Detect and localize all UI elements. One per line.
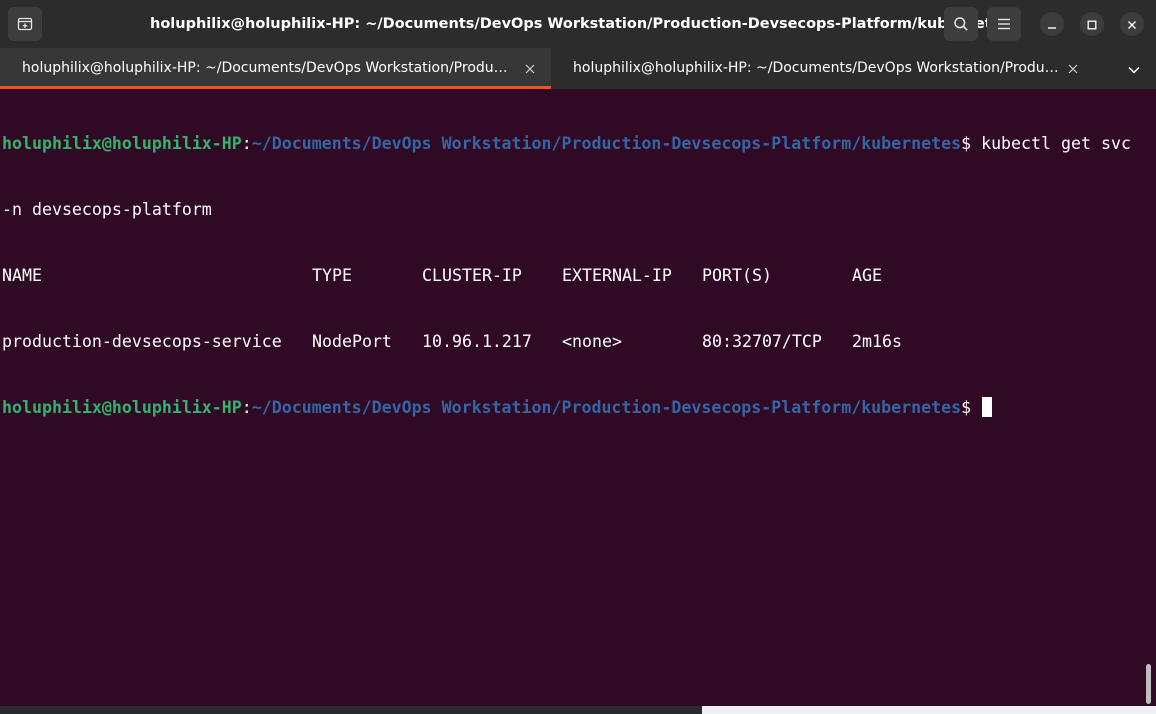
tab-list-dropdown-button[interactable] bbox=[1124, 58, 1144, 78]
table-header-cell: CLUSTER-IP bbox=[422, 266, 522, 285]
scrollbar-thumb[interactable] bbox=[1146, 664, 1151, 704]
tab-label: holuphilix@holuphilix-HP: ~/Documents/De… bbox=[22, 60, 514, 76]
terminal-window: holuphilix@holuphilix-HP: ~/Documents/De… bbox=[0, 0, 1156, 714]
tab-terminal-1[interactable]: holuphilix@holuphilix-HP: ~/Documents/De… bbox=[0, 48, 551, 89]
table-cell: production-devsecops-service bbox=[2, 332, 282, 351]
close-icon bbox=[525, 59, 535, 78]
terminal-output[interactable]: holuphilix@holuphilix-HP:~/Documents/Dev… bbox=[0, 89, 1142, 714]
prompt-path: ~/Documents/DevOps Workstation/Productio… bbox=[251, 134, 962, 153]
text-cursor bbox=[982, 397, 993, 417]
prompt-symbol: $ bbox=[961, 134, 982, 153]
table-cell: 80:32707/TCP bbox=[702, 332, 822, 351]
minimize-button[interactable] bbox=[1040, 12, 1064, 36]
hamburger-menu-icon bbox=[997, 18, 1011, 30]
command-text-continued: -n devsecops-platform bbox=[2, 200, 212, 219]
minimize-icon bbox=[1047, 15, 1057, 34]
window-title: holuphilix@holuphilix-HP: ~/Documents/De… bbox=[150, 16, 1002, 32]
terminal-line: holuphilix@holuphilix-HP:~/Documents/Dev… bbox=[2, 397, 1142, 419]
table-header-cell: TYPE bbox=[312, 266, 352, 285]
tab-close-button[interactable] bbox=[521, 59, 539, 77]
tab-close-button[interactable] bbox=[1064, 59, 1082, 77]
search-button[interactable] bbox=[944, 7, 978, 41]
table-cell: NodePort bbox=[312, 332, 392, 351]
table-header-cell: PORT(S) bbox=[702, 266, 772, 285]
maximize-button[interactable] bbox=[1080, 12, 1104, 36]
tab-bar: holuphilix@holuphilix-HP: ~/Documents/De… bbox=[0, 48, 1156, 89]
close-icon bbox=[1127, 15, 1137, 34]
table-cell: <none> bbox=[562, 332, 622, 351]
terminal-line: -n devsecops-platform bbox=[2, 199, 1142, 221]
menu-button[interactable] bbox=[987, 7, 1021, 41]
table-header-cell: EXTERNAL-IP bbox=[562, 266, 672, 285]
table-row: production-devsecops-service NodePort 10.9… bbox=[2, 331, 1142, 353]
maximize-icon bbox=[1087, 15, 1097, 34]
command-text: kubectl get svc bbox=[981, 134, 1131, 153]
search-icon bbox=[953, 16, 969, 32]
close-icon bbox=[1068, 59, 1078, 78]
tab-label: holuphilix@holuphilix-HP: ~/Documents/De… bbox=[573, 60, 1065, 76]
prompt-user: holuphilix@holuphilix-HP bbox=[2, 134, 242, 153]
background-window-edge bbox=[702, 706, 1156, 714]
prompt-colon: : bbox=[241, 134, 252, 153]
table-cell: 10.96.1.217 bbox=[422, 332, 532, 351]
terminal-line: holuphilix@holuphilix-HP:~/Documents/Dev… bbox=[2, 133, 1142, 155]
prompt-symbol: $ bbox=[961, 398, 982, 417]
table-header-cell: AGE bbox=[852, 266, 882, 285]
new-tab-icon bbox=[17, 16, 33, 32]
tab-terminal-2[interactable]: holuphilix@holuphilix-HP: ~/Documents/De… bbox=[551, 48, 1102, 89]
prompt-user: holuphilix@holuphilix-HP bbox=[2, 398, 242, 417]
close-window-button[interactable] bbox=[1120, 12, 1144, 36]
table-cell: 2m16s bbox=[852, 332, 902, 351]
table-header-cell: NAME bbox=[2, 266, 42, 285]
new-tab-button[interactable] bbox=[8, 7, 42, 41]
background-window-strip bbox=[0, 706, 1156, 714]
chevron-down-icon bbox=[1128, 59, 1140, 78]
prompt-colon: : bbox=[241, 398, 252, 417]
header-bar: holuphilix@holuphilix-HP: ~/Documents/De… bbox=[0, 0, 1156, 48]
table-header-row: NAME TYPE CLUSTER-IP EXTERNAL-IP PORT(S) AGE bbox=[2, 265, 1142, 287]
prompt-path: ~/Documents/DevOps Workstation/Productio… bbox=[251, 398, 962, 417]
